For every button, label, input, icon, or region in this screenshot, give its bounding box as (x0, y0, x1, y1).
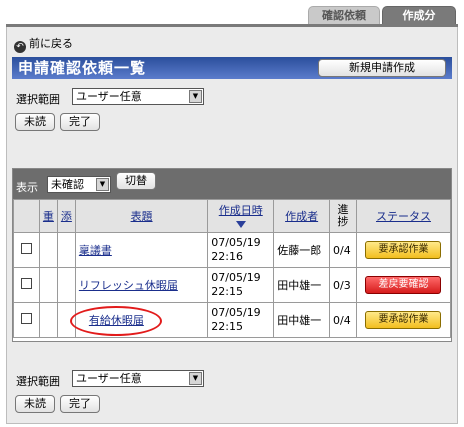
created-time: 22:15 (211, 285, 243, 298)
sort-desc-icon (235, 220, 246, 228)
table-row: リフレッシュ休暇届 07/05/19 22:15 田中雄一 0/3 差戻要確認 (13, 267, 452, 303)
range-select[interactable]: ユーザー任意 ▼ (72, 88, 204, 105)
col-created[interactable]: 作成日時 (207, 199, 275, 233)
back-link[interactable]: ↶ 前に戻る (14, 37, 73, 53)
display-label: 表示 (16, 181, 38, 194)
tab-created[interactable]: 作成分 (382, 6, 456, 24)
highlight-circle (70, 306, 162, 336)
new-request-button[interactable]: 新規申請作成 (318, 59, 446, 77)
page-title: 申請確認依頼一覧 (18, 59, 147, 77)
row-checkbox[interactable] (20, 278, 32, 289)
progress: 0/4 (329, 232, 357, 268)
bottom-range-label: 選択範囲 (16, 375, 60, 388)
back-arrow-icon: ↶ (14, 41, 26, 53)
attach-cell (56, 232, 76, 268)
bottom-range-value: ユーザー任意 (76, 372, 142, 385)
title-bar: 申請確認依頼一覧 新規申請作成 (12, 57, 452, 79)
author: 田中雄一 (273, 302, 330, 338)
bottom-range-select[interactable]: ユーザー任意 ▼ (72, 370, 204, 387)
unread-button[interactable]: 未読 (15, 113, 55, 131)
subject-link[interactable]: リフレッシュ休暇届 (79, 279, 178, 292)
status-button[interactable]: 差戻要確認 (365, 276, 442, 294)
progress: 0/3 (329, 267, 357, 303)
list-toolbar: 表示 未確認 ▼ 切替 (13, 169, 451, 199)
created-time: 22:16 (211, 250, 243, 263)
col-subject[interactable]: 表題 (74, 199, 209, 233)
bottom-done-button[interactable]: 完了 (60, 395, 100, 413)
created-date: 07/05/19 (211, 236, 261, 249)
priority-cell (38, 302, 58, 338)
col-attach[interactable]: 添 (56, 199, 76, 233)
dropdown-arrow-icon: ▼ (189, 90, 202, 103)
status-button[interactable]: 要承認作業 (365, 311, 442, 329)
created-time: 22:15 (211, 320, 243, 333)
row-checkbox[interactable] (20, 243, 32, 254)
col-select (13, 199, 40, 233)
table-row: 稟議書 07/05/19 22:16 佐藤一郎 0/4 要承認作業 (13, 232, 452, 268)
status-button[interactable]: 要承認作業 (365, 241, 442, 259)
attach-cell (56, 267, 76, 303)
priority-cell (38, 267, 58, 303)
done-button[interactable]: 完了 (60, 113, 100, 131)
dropdown-arrow-icon: ▼ (96, 178, 109, 191)
range-select-value: ユーザー任意 (76, 90, 142, 103)
dropdown-arrow-icon: ▼ (189, 372, 202, 385)
bottom-unread-button[interactable]: 未読 (15, 395, 55, 413)
tab-confirm-request[interactable]: 確認依頼 (308, 6, 380, 24)
row-checkbox[interactable] (20, 313, 32, 324)
col-author[interactable]: 作成者 (273, 199, 330, 233)
col-progress: 進捗 (329, 199, 357, 233)
author: 田中雄一 (273, 267, 330, 303)
display-filter-value: 未確認 (51, 178, 84, 191)
subject-link[interactable]: 稟議書 (79, 244, 112, 257)
created-date: 07/05/19 (211, 306, 261, 319)
author: 佐藤一郎 (273, 232, 330, 268)
col-status[interactable]: ステータス (355, 199, 452, 233)
toggle-button[interactable]: 切替 (116, 172, 156, 190)
col-priority[interactable]: 重 (38, 199, 58, 233)
progress: 0/4 (329, 302, 357, 338)
created-date: 07/05/19 (211, 271, 261, 284)
priority-cell (38, 232, 58, 268)
range-label: 選択範囲 (16, 93, 60, 106)
display-filter-select[interactable]: 未確認 ▼ (47, 176, 111, 193)
table-header-row: 重 添 表題 作成日時 作成者 進捗 ステータス (13, 199, 452, 233)
back-label: 前に戻る (29, 37, 73, 50)
